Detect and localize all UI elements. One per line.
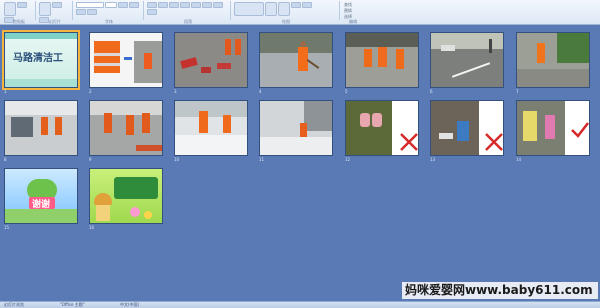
wrong-mark-icon: [400, 133, 418, 151]
group-label-editing: 编辑: [349, 19, 357, 24]
justify-icon[interactable]: [147, 9, 157, 15]
slide-thumbnail-10[interactable]: [174, 100, 248, 156]
layout-icon[interactable]: [52, 2, 62, 8]
slide-number: 15: [4, 225, 10, 230]
bullets-icon[interactable]: [147, 2, 157, 8]
slide-number: 16: [89, 225, 95, 230]
drawing-group: [232, 1, 340, 20]
slide-number: 13: [430, 157, 436, 162]
slide-thumbnail-6[interactable]: [430, 32, 504, 88]
wrong-mark-icon: [485, 133, 503, 151]
paste-icon[interactable]: [4, 2, 16, 16]
slide-number: 9: [89, 157, 92, 162]
slide-number: 6: [430, 89, 433, 94]
italic-icon[interactable]: [129, 2, 139, 8]
slide-thumbnail-3[interactable]: [174, 32, 248, 88]
cut-icon[interactable]: [17, 2, 27, 8]
align-right-icon[interactable]: [213, 2, 223, 8]
slide-thumbnail-13[interactable]: [430, 100, 504, 156]
slides-group: [37, 1, 73, 23]
align-center-icon[interactable]: [202, 2, 212, 8]
group-label-clipboard: 剪贴板: [13, 19, 25, 24]
group-label-drawing: 绘图: [282, 19, 290, 24]
line-spacing-icon[interactable]: [180, 2, 190, 8]
slide-thumbnail-1[interactable]: 马路清洁工: [2, 30, 80, 90]
slide-thumbnail-11[interactable]: [259, 100, 333, 156]
slide-number: 1: [4, 89, 7, 94]
underline-icon[interactable]: [76, 9, 86, 15]
clipboard-group: [2, 1, 36, 23]
font-name-select[interactable]: [76, 2, 104, 8]
new-slide-icon[interactable]: [39, 2, 51, 16]
language-label: 中文(中国): [120, 302, 140, 307]
slide-thumbnail-7[interactable]: [516, 32, 590, 88]
status-bar: 幻灯片浏览 "Office 主题" 中文(中国): [0, 301, 600, 308]
shapes-gallery[interactable]: [234, 2, 264, 16]
font-group: [74, 1, 144, 20]
numbering-icon[interactable]: [158, 2, 168, 8]
group-label-font: 字体: [105, 19, 113, 24]
slide-title: 马路清洁工: [13, 53, 63, 64]
indent-icon[interactable]: [169, 2, 179, 8]
slide-thumbnail-15[interactable]: 谢谢: [4, 168, 78, 224]
ribbon: 查找 替换 选择 剪贴板 幻灯片 字体 段落 绘图 编辑: [0, 0, 600, 25]
slide-number: 11: [259, 157, 265, 162]
slide-number: 5: [345, 89, 348, 94]
slide-number: 7: [516, 89, 519, 94]
slide-thumbnail-12[interactable]: [345, 100, 419, 156]
slide-number: 12: [345, 157, 351, 162]
watermark-text: 妈咪爱婴网www.baby611.com: [402, 282, 598, 299]
group-label-paragraph: 段落: [184, 19, 192, 24]
align-left-icon[interactable]: [191, 2, 201, 8]
slide-thumbnail-16[interactable]: [89, 168, 163, 224]
slide-number: 2: [89, 89, 92, 94]
slide-thumbnail-2[interactable]: [89, 32, 163, 88]
theme-label: "Office 主题": [60, 302, 85, 307]
thanks-text: 谢谢: [32, 200, 51, 210]
slide-number: 14: [516, 157, 522, 162]
slide-thumbnail-5[interactable]: [345, 32, 419, 88]
view-mode-label: 幻灯片浏览: [4, 302, 24, 307]
quick-styles-icon[interactable]: [278, 2, 290, 16]
font-color-icon[interactable]: [87, 9, 97, 15]
slide-thumbnail-4[interactable]: [259, 32, 333, 88]
slide-thumbnail-9[interactable]: [89, 100, 163, 156]
slide-number: 4: [259, 89, 262, 94]
bold-icon[interactable]: [118, 2, 128, 8]
slide-thumbnail-8[interactable]: [4, 100, 78, 156]
slide-number: 8: [4, 157, 7, 162]
editing-group: 查找 替换 选择: [341, 1, 365, 20]
slide-number: 3: [174, 89, 177, 94]
arrange-icon[interactable]: [265, 2, 277, 16]
group-label-slides: 幻灯片: [49, 19, 61, 24]
paragraph-group: [145, 1, 231, 20]
slide-thumbnail-14[interactable]: [516, 100, 590, 156]
shape-fill-icon[interactable]: [291, 2, 301, 8]
check-mark-icon: [571, 122, 589, 138]
font-size-select[interactable]: [105, 2, 117, 8]
shape-outline-icon[interactable]: [302, 2, 312, 8]
slide-number: 10: [174, 157, 180, 162]
